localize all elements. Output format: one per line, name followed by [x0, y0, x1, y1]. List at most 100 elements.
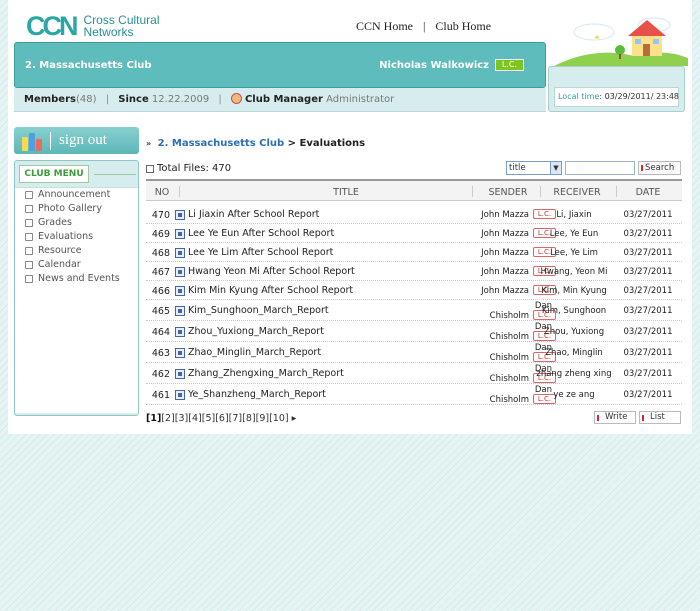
total-files-label: Total Files: [157, 163, 209, 174]
user-lc-badge: L.C. [495, 59, 524, 71]
row-title: Lee Ye Eun After School Report [188, 228, 335, 239]
menu-item-photo-gallery[interactable]: Photo Gallery [15, 202, 138, 216]
breadcrumb-arrow: » [146, 139, 152, 148]
search-field-select[interactable]: title ▼ [506, 161, 562, 175]
calendar-icon [25, 261, 33, 269]
pagination: [1][2][3][4][5][6][7][8][9][10] ▸ [146, 413, 297, 424]
row-title: Kim_Sunghoon_March_Report [188, 305, 329, 316]
col-title: TITLE [333, 187, 359, 198]
col-sender: SENDER [488, 187, 528, 198]
table-row[interactable]: 470 Li Jiaxin After School Report John M… [146, 205, 682, 224]
col-no: NO [154, 187, 170, 198]
search-button[interactable]: Search [638, 161, 681, 175]
page-link-current[interactable]: 1 [150, 413, 157, 424]
manager-face-icon [230, 93, 242, 104]
logo-text-line2: Networks [83, 25, 134, 39]
table-header: NO TITLE SENDER RECEIVER DATE [146, 179, 682, 201]
document-icon [175, 285, 185, 296]
resource-icon [25, 247, 33, 255]
page: CCN Cross Cultural Networks CCN Home | C… [8, 0, 692, 434]
top-nav: CCN Home | Club Home [356, 19, 491, 34]
menu-item-resource[interactable]: Resource [15, 244, 138, 258]
manager-value: Administrator [326, 94, 395, 105]
table-row[interactable]: 466 Kim Min Kyung After School Report Jo… [146, 281, 682, 300]
breadcrumb: » 2. Massachusetts Club > Evaluations [146, 138, 365, 149]
local-time-box: Local time: 03/29/2011/ 23:48 [548, 66, 685, 112]
club-home-link[interactable]: Club Home [435, 19, 491, 33]
row-title: Zhou_Yuxiong_March_Report [188, 326, 324, 337]
table-row[interactable]: 462 Zhang_Zhengxing_March_Report Dan Chi… [146, 363, 682, 384]
sign-out-button[interactable]: sign out [14, 127, 139, 154]
menu-item-news-and-events[interactable]: News and Events [15, 272, 138, 286]
ccn-logo[interactable]: CCN Cross Cultural Networks [26, 12, 160, 40]
club-name[interactable]: 2. Massachusetts Club [25, 60, 152, 71]
document-icon [175, 247, 185, 258]
announcement-icon [25, 191, 33, 199]
row-title: Zhao_Minglin_March_Report [188, 347, 322, 358]
table-row[interactable]: 467 Hwang Yeon Mi After School Report Jo… [146, 262, 682, 281]
page-link[interactable]: 5 [205, 413, 211, 424]
nav-separator: | [423, 19, 426, 33]
word-document-icon [175, 305, 185, 316]
page-link[interactable]: 4 [192, 413, 198, 424]
page-link[interactable]: 9 [259, 413, 265, 424]
word-document-icon [175, 326, 185, 337]
page-link[interactable]: 2 [165, 413, 171, 424]
table-row[interactable]: 464 Zhou_Yuxiong_March_Report Dan Chisho… [146, 321, 682, 342]
page-link[interactable]: 3 [179, 413, 185, 424]
page-link[interactable]: 6 [219, 413, 225, 424]
row-title: Zhang_Zhengxing_March_Report [188, 368, 344, 379]
page-link[interactable]: 8 [246, 413, 252, 424]
info-separator: | [105, 94, 110, 105]
club-info-bar: Members(48) | Since 12.22.2009 | Club Ma… [14, 88, 546, 112]
manager-label: Club Manager [244, 94, 323, 105]
local-time-value: : 03/29/2011/ 23:48 [599, 92, 679, 101]
write-button[interactable]: Write [594, 411, 636, 424]
menu-item-evaluations[interactable]: Evaluations [15, 230, 138, 244]
row-title: Li Jiaxin After School Report [188, 209, 320, 220]
news-icon [25, 275, 33, 283]
club-menu: CLUB MENU Announcement Photo Gallery Gra… [14, 160, 139, 416]
since-value: 12.22.2009 [151, 94, 210, 105]
since-label: Since [118, 94, 149, 105]
table-row[interactable]: 468 Lee Ye Lim After School Report John … [146, 243, 682, 262]
club-menu-title: CLUB MENU [19, 165, 136, 183]
list-button[interactable]: List [639, 411, 681, 424]
table-row[interactable]: 463 Zhao_Minglin_March_Report Dan Chisho… [146, 342, 682, 363]
page-link[interactable]: 7 [232, 413, 238, 424]
ccn-home-link[interactable]: CCN Home [356, 19, 413, 33]
members-label: Members [24, 94, 76, 105]
house-illustration [554, 17, 688, 66]
grades-icon [25, 219, 33, 227]
club-bar: 2. Massachusetts Club Nicholas Walkowicz… [14, 42, 546, 88]
chevron-down-icon: ▼ [550, 162, 561, 174]
breadcrumb-club-link[interactable]: 2. Massachusetts Club [158, 138, 285, 149]
table-row[interactable]: 469 Lee Ye Eun After School Report John … [146, 224, 682, 243]
evaluations-icon [25, 233, 33, 241]
table-row[interactable]: 465 Kim_Sunghoon_March_Report Dan Chisho… [146, 300, 682, 321]
user-name: Nicholas Walkowicz [379, 60, 489, 71]
document-icon [175, 228, 185, 239]
logo-mark: CCN [26, 10, 78, 41]
row-title: Lee Ye Lim After School Report [188, 247, 334, 258]
books-icon [22, 131, 44, 151]
breadcrumb-current: Evaluations [299, 138, 366, 149]
word-document-icon [175, 368, 185, 379]
menu-item-calendar[interactable]: Calendar [15, 258, 138, 272]
next-page-icon[interactable]: ▸ [292, 413, 297, 424]
col-receiver: RECEIVER [553, 187, 601, 198]
row-title: Hwang Yeon Mi After School Report [188, 266, 355, 277]
word-document-icon [175, 389, 185, 400]
members-count: (48) [75, 94, 97, 105]
menu-item-announcement[interactable]: Announcement [15, 188, 138, 202]
search-input[interactable] [565, 161, 635, 175]
menu-item-grades[interactable]: Grades [15, 216, 138, 230]
row-title: Ye_Shanzheng_March_Report [188, 389, 326, 400]
total-files-count: 470 [212, 163, 232, 174]
table-row[interactable]: 461 Ye_Shanzheng_March_Report Dan Chisho… [146, 384, 682, 405]
file-icon [146, 164, 154, 173]
col-date: DATE [635, 187, 661, 198]
word-document-icon [175, 347, 185, 358]
camera-icon [25, 205, 33, 213]
page-link[interactable]: 10 [273, 413, 285, 424]
